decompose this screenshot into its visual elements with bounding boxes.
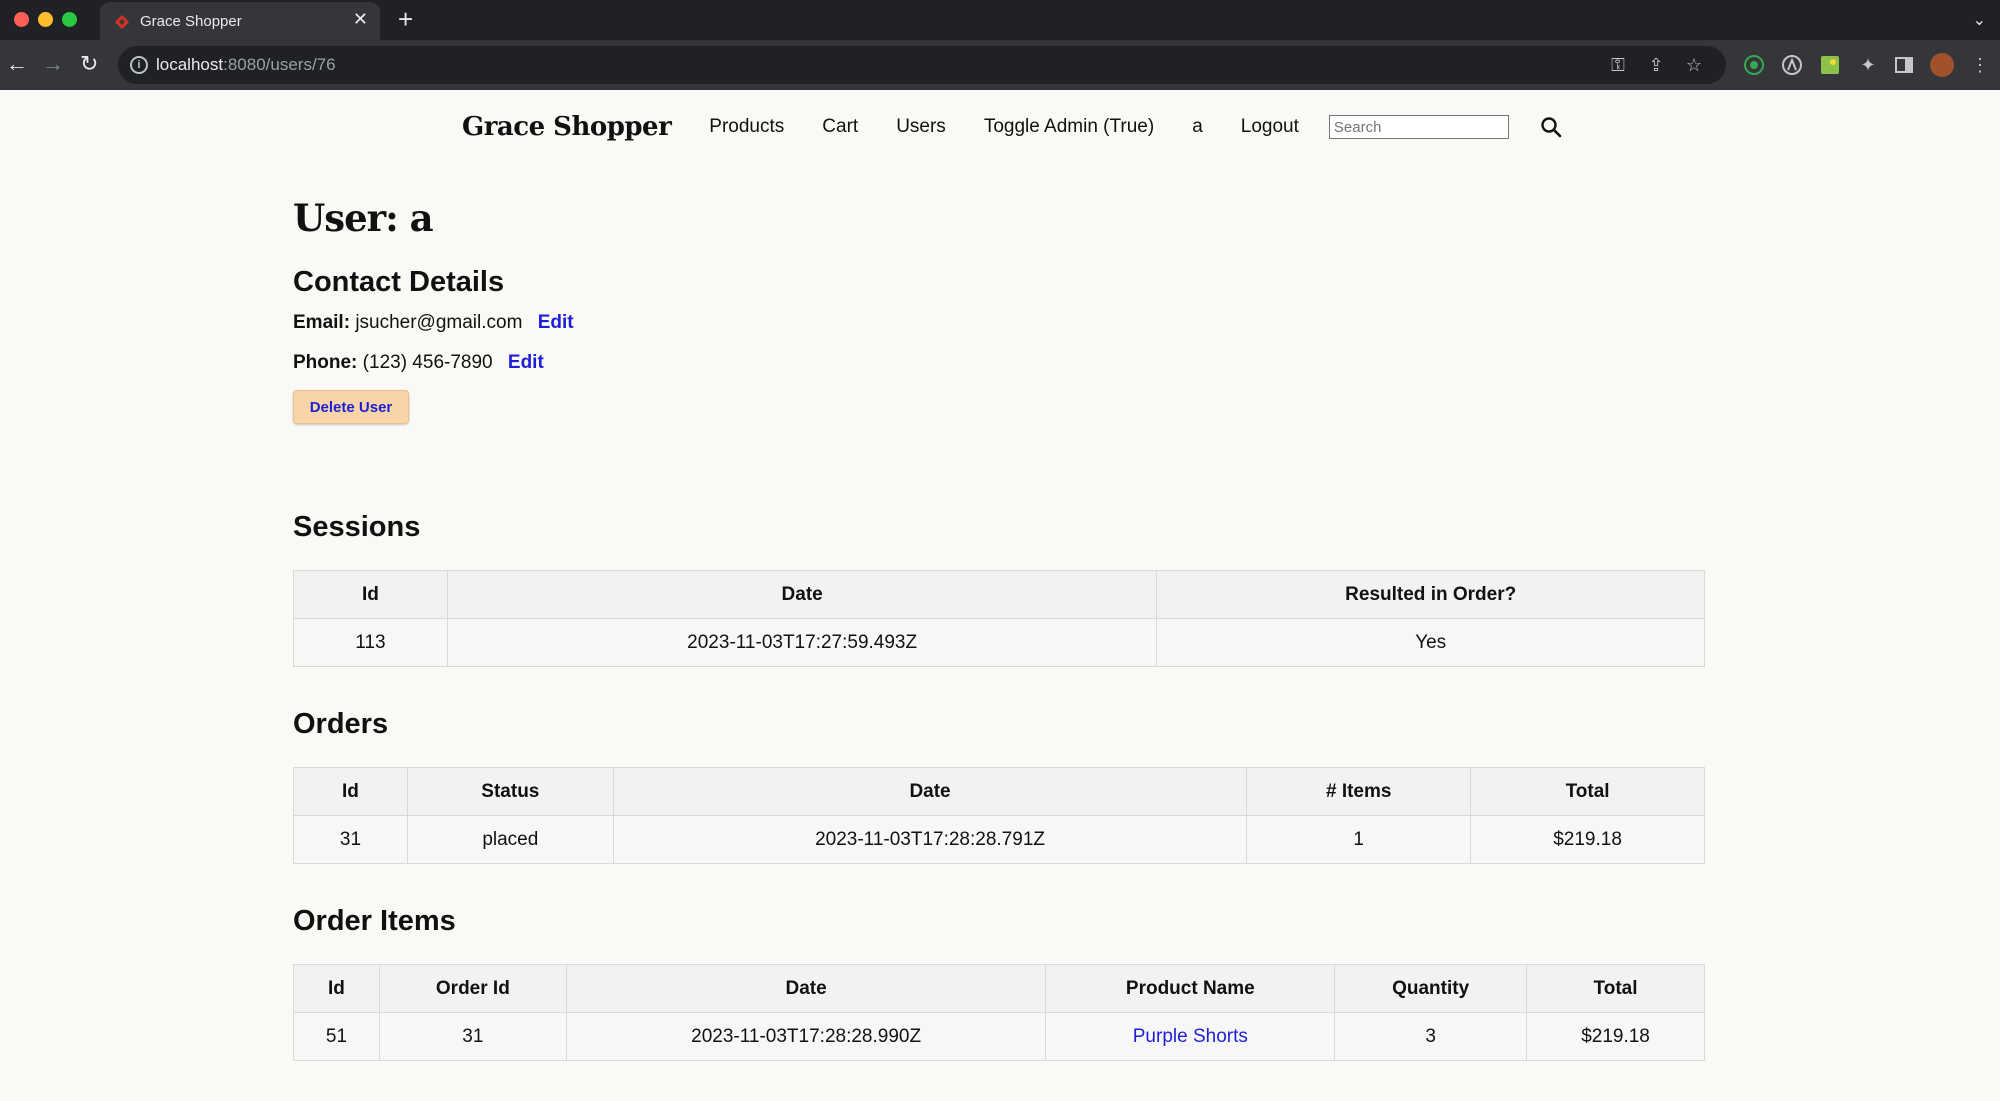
site-navbar: Grace Shopper Products Cart Users Toggle…: [462, 90, 1563, 164]
extensions-puzzle-icon[interactable]: ✦: [1856, 53, 1880, 77]
share-icon[interactable]: ⇪: [1644, 53, 1668, 77]
reload-icon[interactable]: ↻: [80, 52, 98, 76]
product-link[interactable]: Purple Shorts: [1133, 1026, 1248, 1047]
orders-heading: Orders: [293, 708, 389, 740]
table-cell: 51: [293, 1012, 380, 1061]
profile-avatar[interactable]: [1930, 53, 1954, 77]
column-header: Date: [565, 964, 1047, 1013]
new-tab-icon[interactable]: +: [398, 4, 413, 34]
table-header-row: Id Status Date # Items Total: [293, 767, 1705, 816]
nav-link-users[interactable]: Users: [896, 116, 946, 138]
nav-link-account[interactable]: a: [1192, 116, 1203, 138]
table-cell: 31: [293, 815, 408, 864]
sessions-heading: Sessions: [293, 511, 421, 543]
table-cell: 3: [1334, 1012, 1528, 1061]
table-cell: $219.18: [1526, 1012, 1705, 1061]
table-cell: Yes: [1156, 618, 1705, 667]
search-icon[interactable]: [1539, 115, 1563, 139]
extension-map-icon[interactable]: [1818, 53, 1842, 77]
nav-link-logout[interactable]: Logout: [1241, 116, 1299, 138]
table-cell: $219.18: [1470, 815, 1705, 864]
extension-target-icon[interactable]: [1742, 53, 1766, 77]
column-header: Date: [612, 767, 1248, 816]
tab-close-icon[interactable]: ✕: [353, 10, 368, 28]
site-info-icon[interactable]: i: [130, 56, 148, 74]
table-row: 51 31 2023-11-03T17:28:28.990Z Purple Sh…: [293, 1012, 1705, 1061]
extension-a-icon[interactable]: [1780, 53, 1804, 77]
column-header: Id: [293, 570, 448, 619]
column-header: Total: [1470, 767, 1705, 816]
maximize-window-button[interactable]: [62, 12, 77, 27]
tab-search-chevron-icon[interactable]: ⌄: [1973, 10, 1986, 30]
table-row: 113 2023-11-03T17:27:59.493Z Yes: [293, 618, 1705, 667]
key-icon[interactable]: ⚿: [1606, 53, 1630, 77]
site-favicon-icon: [115, 15, 129, 29]
site-brand[interactable]: Grace Shopper: [462, 112, 672, 142]
bookmark-star-icon[interactable]: ☆: [1682, 53, 1706, 77]
column-header: # Items: [1246, 767, 1472, 816]
email-value: jsucher@gmail.com: [355, 312, 523, 333]
phone-value: (123) 456-7890: [362, 352, 493, 373]
email-label: Email:: [293, 312, 351, 333]
column-header: Status: [406, 767, 614, 816]
page: Grace Shopper Products Cart Users Toggle…: [0, 90, 2000, 1101]
contact-details-heading: Contact Details: [293, 266, 505, 298]
browser-tab[interactable]: Grace Shopper ✕: [100, 2, 380, 40]
phone-label: Phone:: [293, 352, 358, 373]
page-title: User: a: [293, 196, 434, 240]
column-header: Id: [293, 767, 408, 816]
back-arrow-icon[interactable]: ←: [6, 52, 28, 76]
column-header: Total: [1526, 964, 1705, 1013]
table-cell: 2023-11-03T17:28:28.990Z: [565, 1012, 1047, 1061]
sessions-table: Id Date Resulted in Order? 113 2023-11-0…: [293, 570, 1705, 667]
close-window-button[interactable]: [14, 12, 29, 27]
nav-link-products[interactable]: Products: [709, 116, 784, 138]
table-cell: 1: [1246, 815, 1472, 864]
table-cell: 113: [293, 618, 448, 667]
table-cell: 2023-11-03T17:27:59.493Z: [446, 618, 1158, 667]
browser-tab-bar: Grace Shopper ✕ + ⌄: [0, 0, 2000, 40]
table-cell: 31: [378, 1012, 567, 1061]
browser-toolbar: ← → ↻ i localhost:8080/users/76 ⚿ ⇪ ☆ ✦ …: [0, 40, 2000, 90]
table-cell: 2023-11-03T17:28:28.791Z: [612, 815, 1248, 864]
phone-row: Phone: (123) 456-7890 Edit: [293, 352, 544, 374]
table-cell: Purple Shorts: [1045, 1012, 1336, 1061]
column-header: Resulted in Order?: [1156, 570, 1705, 619]
column-header: Product Name: [1045, 964, 1336, 1013]
nav-link-toggle-admin[interactable]: Toggle Admin (True): [984, 116, 1154, 138]
delete-user-button[interactable]: Delete User: [293, 390, 409, 424]
tab-title: Grace Shopper: [140, 13, 242, 30]
column-header: Quantity: [1334, 964, 1528, 1013]
search-input[interactable]: [1328, 115, 1509, 139]
forward-arrow-icon[interactable]: →: [42, 52, 64, 76]
order-items-table: Id Order Id Date Product Name Quantity T…: [293, 964, 1705, 1061]
column-header: Order Id: [378, 964, 567, 1013]
side-panel-icon[interactable]: [1892, 53, 1916, 77]
table-row[interactable]: 31 placed 2023-11-03T17:28:28.791Z 1 $21…: [293, 815, 1705, 864]
minimize-window-button[interactable]: [38, 12, 53, 27]
table-cell: placed: [406, 815, 614, 864]
address-bar[interactable]: i localhost:8080/users/76 ⚿ ⇪ ☆: [118, 46, 1726, 84]
browser-menu-icon[interactable]: ⋮: [1968, 53, 1992, 77]
address-url: localhost:8080/users/76: [156, 55, 336, 74]
order-items-heading: Order Items: [293, 905, 456, 937]
nav-link-cart[interactable]: Cart: [822, 116, 858, 138]
email-row: Email: jsucher@gmail.com Edit: [293, 312, 574, 334]
table-header-row: Id Order Id Date Product Name Quantity T…: [293, 964, 1705, 1013]
edit-phone-link[interactable]: Edit: [508, 352, 544, 373]
edit-email-link[interactable]: Edit: [538, 312, 574, 333]
orders-table: Id Status Date # Items Total 31 placed 2…: [293, 767, 1705, 864]
column-header: Id: [293, 964, 380, 1013]
column-header: Date: [446, 570, 1158, 619]
table-header-row: Id Date Resulted in Order?: [293, 570, 1705, 619]
